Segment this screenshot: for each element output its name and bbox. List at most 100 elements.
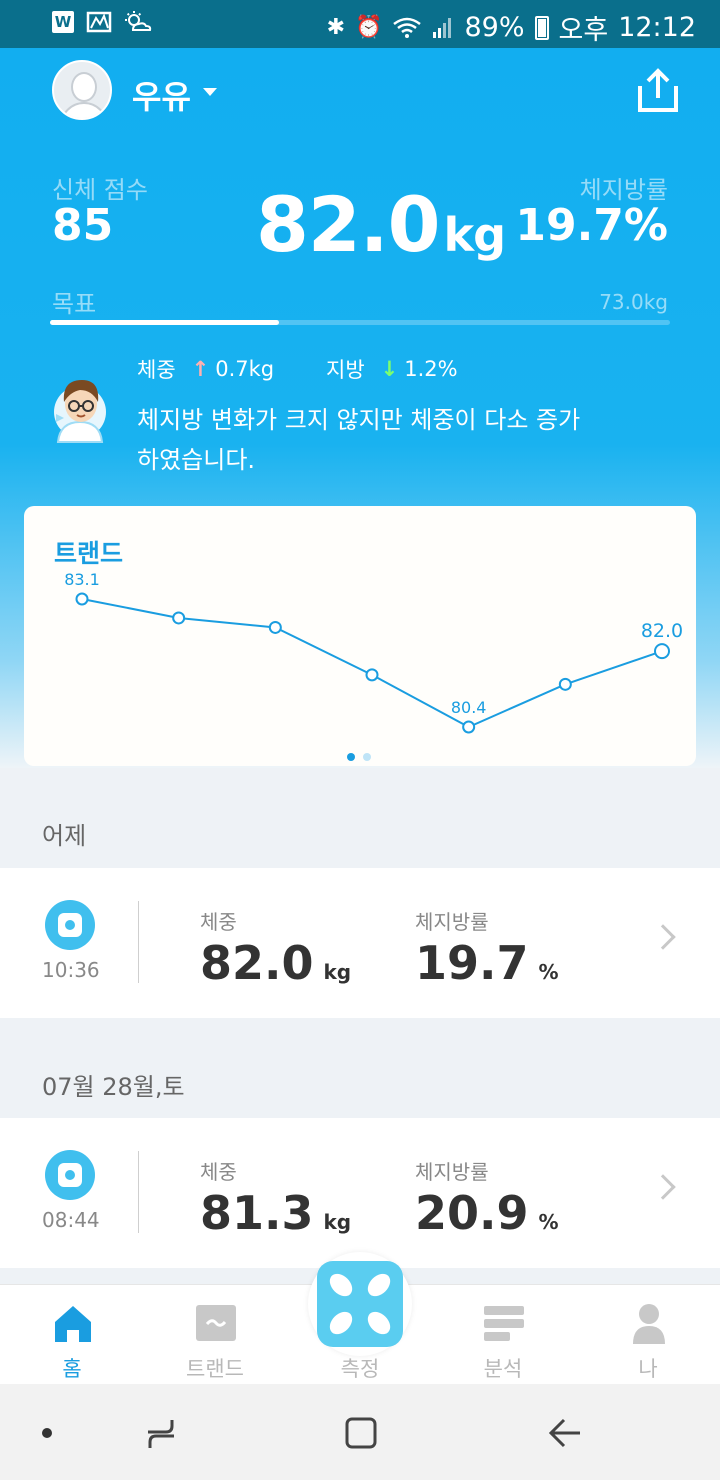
recent-apps-icon[interactable] <box>144 1416 178 1450</box>
record-fat: 19.7% <box>415 936 559 990</box>
home-button-icon[interactable] <box>344 1416 378 1450</box>
nav-measure-label: 측정 <box>340 1357 380 1381</box>
trend-point <box>654 643 670 660</box>
home-icon <box>55 1306 91 1342</box>
weight-number: 82.0 <box>256 180 441 269</box>
trend-point <box>462 720 476 734</box>
fat-change-label: 지방 <box>326 358 365 382</box>
nav-me-label: 나 <box>638 1357 658 1381</box>
fat-change-value: 1.2% <box>404 357 458 381</box>
avatar[interactable] <box>52 60 112 120</box>
record-fat-value: 19.7 <box>415 936 529 990</box>
scale-icon <box>45 1150 95 1200</box>
battery-icon <box>534 15 549 40</box>
back-icon[interactable] <box>546 1416 582 1450</box>
weight-unit: kg <box>443 208 507 262</box>
status-bar: W ✱ ⏰ 89% 오후 12:12 <box>0 0 720 48</box>
section-date: 07월 28월,토 <box>42 1073 185 1101</box>
notification-icons: W <box>52 10 152 34</box>
measure-button[interactable] <box>308 1252 412 1356</box>
share-icon[interactable] <box>636 68 680 114</box>
clock: 12:12 <box>618 12 696 43</box>
trend-point <box>268 620 282 634</box>
body-fat-value: 19.7% <box>515 200 668 251</box>
nav-home[interactable]: 홈 <box>12 1285 132 1385</box>
system-indicators: ✱ ⏰ 89% 오후 12:12 <box>327 8 696 47</box>
bluetooth-icon: ✱ <box>326 15 346 40</box>
goal-progress-fill <box>50 320 280 325</box>
record-fat-unit: % <box>538 1210 559 1234</box>
advice-message: 체지방 변화가 크지 않지만 체중이 다소 증가하였습니다. <box>137 406 581 474</box>
trend-data-label: 80.4 <box>451 698 487 717</box>
nav-analysis[interactable]: 분석 <box>443 1285 563 1385</box>
wifi-icon <box>393 17 422 38</box>
trend-point <box>558 677 572 691</box>
record-weight-unit: kg <box>323 1210 352 1234</box>
nav-trend-label: 트랜드 <box>186 1357 244 1381</box>
user-name[interactable]: 우유 <box>132 72 191 118</box>
record-fat-label: 체지방률 <box>415 1160 489 1184</box>
record-row[interactable]: 10:36 체중 82.0 kg 체지방률 19.7% <box>0 868 720 1018</box>
goal-progress-bar <box>50 320 670 325</box>
nav-analysis-label: 분석 <box>483 1357 523 1381</box>
record-time: 08:44 <box>42 1208 100 1232</box>
weight-change-value: 0.7kg <box>215 357 275 381</box>
w-app-icon: W <box>52 11 74 33</box>
record-weight-unit: kg <box>323 960 352 984</box>
nav-trend[interactable]: 트랜드 <box>155 1285 275 1385</box>
trend-line <box>81 598 663 729</box>
battery-percent: 89% <box>464 12 525 43</box>
record-weight-label: 체중 <box>200 910 237 934</box>
arrow-up-icon: ↑ <box>191 357 210 381</box>
record-fat: 20.9% <box>415 1186 559 1240</box>
trend-card[interactable]: 트랜드 83.1 80.4 82.0 <box>24 506 696 766</box>
trend-data-label: 83.1 <box>64 570 100 589</box>
record-weight: 82.0 kg <box>200 936 351 990</box>
body-score-value: 85 <box>52 200 114 251</box>
section-date: 어제 <box>42 822 87 850</box>
page-dot-active <box>347 753 355 761</box>
weight-change: 체중 ↑ 0.7kg <box>137 354 274 384</box>
scale-icon <box>317 1261 403 1347</box>
weather-icon <box>125 11 152 31</box>
goal-label: 목표 <box>52 290 97 318</box>
record-fat-value: 20.9 <box>415 1186 529 1240</box>
current-weight: 82.0kg <box>256 180 507 269</box>
chevron-right-icon[interactable] <box>650 1174 676 1200</box>
gallery-icon <box>86 11 112 33</box>
system-nav-bar <box>0 1384 720 1480</box>
record-weight-value: 82.0 <box>200 936 314 990</box>
nav-home-label: 홈 <box>62 1357 82 1381</box>
record-weight-label: 체중 <box>200 1160 237 1184</box>
nav-me[interactable]: 나 <box>588 1285 708 1385</box>
alarm-icon: ⏰ <box>355 15 383 40</box>
record-fat-label: 체지방률 <box>415 910 489 934</box>
chevron-right-icon[interactable] <box>650 924 676 950</box>
record-time: 10:36 <box>42 958 100 982</box>
trend-chart: 83.1 80.4 82.0 <box>64 570 683 734</box>
character-icon <box>54 380 106 443</box>
scale-icon <box>45 900 95 950</box>
analysis-icon <box>484 1306 524 1341</box>
signal-icon <box>433 17 452 38</box>
page-indicator <box>347 753 371 761</box>
record-row[interactable]: 08:44 체중 81.3 kg 체지방률 20.9% <box>0 1118 720 1268</box>
weight-change-label: 체중 <box>137 358 176 382</box>
nav-dot-icon[interactable] <box>42 1428 52 1438</box>
divider <box>138 901 139 983</box>
page-dot <box>363 753 371 761</box>
record-weight: 81.3 kg <box>200 1186 351 1240</box>
goal-value: 73.0kg <box>599 290 668 314</box>
divider <box>138 1151 139 1233</box>
record-weight-value: 81.3 <box>200 1186 314 1240</box>
trend-icon <box>196 1305 236 1341</box>
arrow-down-icon: ↓ <box>380 357 399 381</box>
person-icon <box>633 1304 665 1344</box>
chevron-down-icon[interactable] <box>203 88 217 96</box>
trend-point <box>172 611 186 625</box>
time-ampm: 오후 <box>558 15 609 46</box>
trend-point <box>365 668 379 682</box>
fat-change: 지방 ↓ 1.2% <box>326 354 458 384</box>
trend-data-label: 82.0 <box>641 620 683 642</box>
trend-point <box>75 592 89 606</box>
